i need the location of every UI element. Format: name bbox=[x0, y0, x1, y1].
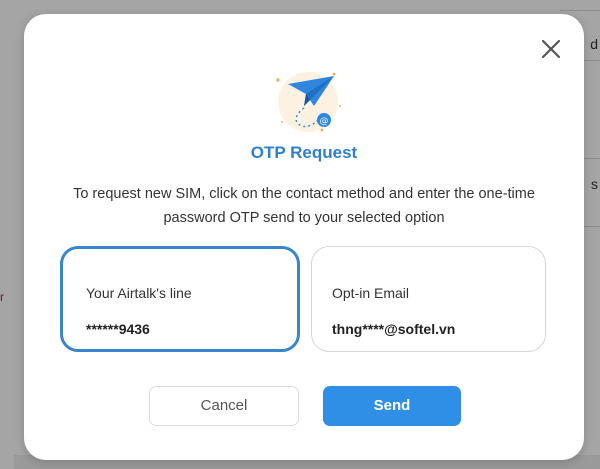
close-button[interactable] bbox=[538, 36, 564, 62]
paper-plane-email-icon: @ bbox=[268, 62, 344, 138]
option-value: thng****@softel.vn bbox=[332, 321, 456, 337]
close-icon bbox=[541, 39, 561, 59]
svg-text:@: @ bbox=[320, 117, 329, 127]
cancel-button[interactable]: Cancel bbox=[149, 386, 299, 426]
send-button[interactable]: Send bbox=[323, 386, 461, 426]
option-airtalk-line[interactable]: Your Airtalk's line ******9436 bbox=[60, 246, 300, 352]
option-value: ******9436 bbox=[86, 321, 150, 337]
dialog-description: To request new SIM, click on the contact… bbox=[73, 186, 535, 226]
option-email[interactable]: Opt-in Email thng****@softel.vn bbox=[311, 246, 546, 352]
option-label: Your Airtalk's line bbox=[86, 285, 192, 301]
otp-request-dialog: @ OTP Request To request new SIM, click … bbox=[24, 14, 584, 460]
option-label: Opt-in Email bbox=[332, 285, 410, 301]
dialog-title: OTP Request bbox=[250, 143, 358, 162]
